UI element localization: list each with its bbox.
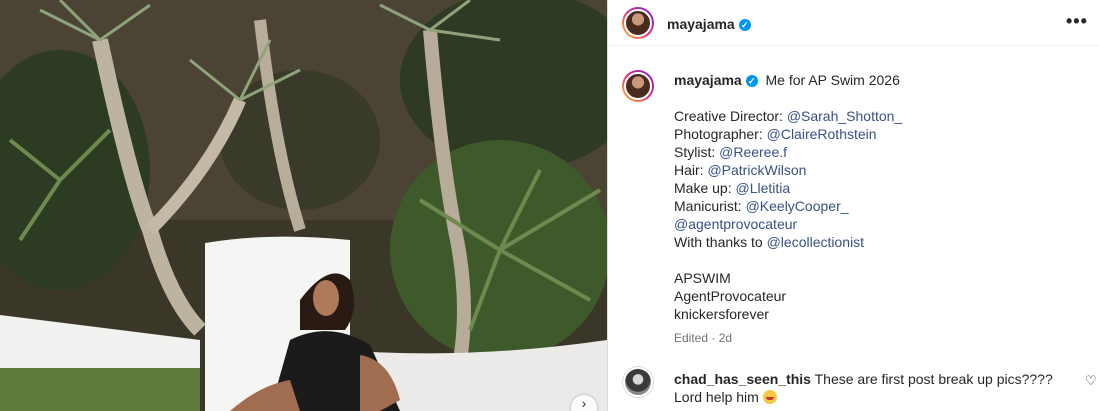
hashtag-line: APSWIM (674, 270, 731, 286)
hashtag-line: AgentProvocateur (674, 288, 787, 304)
credit-line: Hair: @PatrickWilson (674, 162, 807, 178)
credit-line: Manicurist: @KeelyCooper_ (674, 198, 849, 214)
credit-line: Photographer: @ClaireRothstein (674, 126, 877, 142)
credit-line: @agentprovocateur (674, 215, 1074, 233)
caption-username[interactable]: mayajama (674, 72, 742, 88)
credit-line: With thanks to @lecollectionist (674, 234, 865, 250)
mention-link[interactable]: @Lletitia (735, 180, 790, 196)
comment: chad_has_seen_this These are first post … (674, 370, 1054, 406)
verified-badge-icon: ✓ (738, 19, 751, 31)
credit-line: Make up: @Lletitia (674, 180, 791, 196)
hashtag-line: knickersforever (674, 306, 769, 322)
mention-link[interactable]: @PatrickWilson (707, 162, 806, 178)
chevron-right-icon: › (581, 395, 587, 411)
mention-link[interactable]: @Sarah_Shotton_ (787, 108, 902, 124)
mention-link[interactable]: @Reeree.f (719, 144, 787, 160)
post-header: mayajama ✓ ••• (608, 0, 1099, 46)
more-options-icon[interactable]: ••• (1066, 11, 1088, 32)
caption-headline: Me for AP Swim 2026 (765, 72, 900, 88)
author-username[interactable]: mayajama ✓ (667, 16, 751, 32)
author-avatar[interactable] (622, 7, 654, 39)
like-comment-heart-icon[interactable]: ♡ (1085, 373, 1097, 389)
post-photo-illustration (0, 0, 607, 411)
mention-link[interactable]: @ClaireRothstein (767, 126, 877, 142)
comment-username[interactable]: chad_has_seen_this (674, 371, 811, 387)
credit-line: Stylist: @Reeree.f (674, 144, 788, 160)
post-modal: › mayajama ✓ ••• mayajama ✓ Me for AP Swim… (0, 0, 1099, 411)
mention-link[interactable]: @agentprovocateur (674, 216, 797, 232)
mention-link[interactable]: @lecollectionist (767, 234, 864, 250)
caption-author-avatar[interactable] (622, 70, 654, 102)
post-caption: mayajama ✓ Me for AP Swim 2026 Creative D… (674, 71, 1074, 323)
post-image[interactable]: › (0, 0, 607, 411)
commenter-avatar[interactable] (622, 366, 654, 398)
post-edited-time: Edited · 2d (674, 331, 733, 345)
smiling-face-with-heart-eyes-icon (762, 390, 777, 404)
credit-line: Creative Director: @Sarah_Shotton_ (674, 108, 903, 124)
verified-badge-icon: ✓ (745, 75, 758, 87)
post-details-panel: mayajama ✓ ••• mayajama ✓ Me for AP Swim 2… (607, 0, 1099, 411)
mention-link[interactable]: @KeelyCooper_ (746, 198, 849, 214)
